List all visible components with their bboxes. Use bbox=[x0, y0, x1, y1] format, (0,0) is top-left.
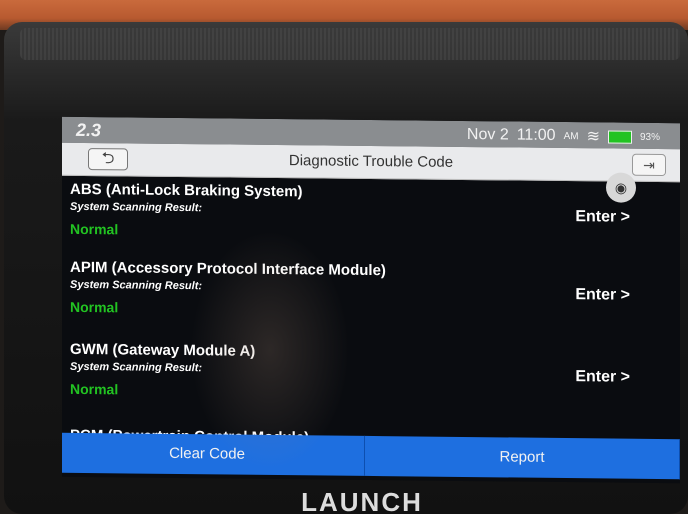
battery-percent: 93% bbox=[639, 131, 660, 143]
status-am-pm: AM bbox=[563, 130, 579, 142]
status-indicators: Nov 2 11:00 AM ≋ 93% bbox=[467, 125, 660, 147]
page-title: Diagnostic Trouble Code bbox=[288, 152, 454, 171]
clear-code-button[interactable]: Clear Code bbox=[62, 432, 365, 476]
list-item[interactable]: APIM (Accessory Protocol Interface Modul… bbox=[62, 257, 680, 341]
result-label: System Scanning Result: bbox=[70, 278, 203, 293]
result-label: System Scanning Result: bbox=[70, 360, 203, 375]
status-text: Normal bbox=[70, 220, 119, 238]
battery-icon bbox=[607, 129, 632, 144]
result-label: System Scanning Result: bbox=[70, 200, 203, 215]
enter-button[interactable]: Enter > bbox=[575, 368, 630, 387]
report-button[interactable]: Report bbox=[365, 435, 680, 480]
enter-button[interactable]: Enter > bbox=[575, 208, 630, 227]
status-time: 11:00 bbox=[516, 126, 556, 144]
system-list: ABS (Anti-Lock Braking System) System Sc… bbox=[62, 177, 680, 443]
status-app-version: 2.3 bbox=[76, 119, 102, 141]
title-bar: ⮌ Diagnostic Trouble Code ⇥ bbox=[62, 142, 680, 183]
list-item[interactable]: ABS (Anti-Lock Braking System) System Sc… bbox=[62, 179, 680, 263]
bezel-texture bbox=[20, 28, 680, 60]
status-text: Normal bbox=[70, 298, 119, 316]
status-text: Normal bbox=[70, 380, 119, 398]
exit-button[interactable]: ⇥ bbox=[632, 153, 666, 177]
exit-icon: ⇥ bbox=[643, 156, 655, 173]
tablet-screen: 2.3 Nov 2 11:00 AM ≋ 93% ⮌ Diagnostic Tr… bbox=[62, 116, 680, 484]
bottom-toolbar: Clear Code Report bbox=[62, 432, 680, 480]
system-name: ABS (Anti-Lock Braking System) bbox=[70, 180, 303, 201]
enter-button[interactable]: Enter > bbox=[575, 286, 630, 305]
system-name: APIM (Accessory Protocol Interface Modul… bbox=[70, 258, 386, 280]
device-brand-logo: LAUNCH bbox=[301, 490, 423, 514]
system-name: GWM (Gateway Module A) bbox=[70, 340, 256, 360]
wifi-icon: ≋ bbox=[586, 128, 600, 146]
status-date: Nov 2 bbox=[466, 126, 509, 144]
list-item[interactable]: GWM (Gateway Module A) System Scanning R… bbox=[62, 339, 680, 423]
